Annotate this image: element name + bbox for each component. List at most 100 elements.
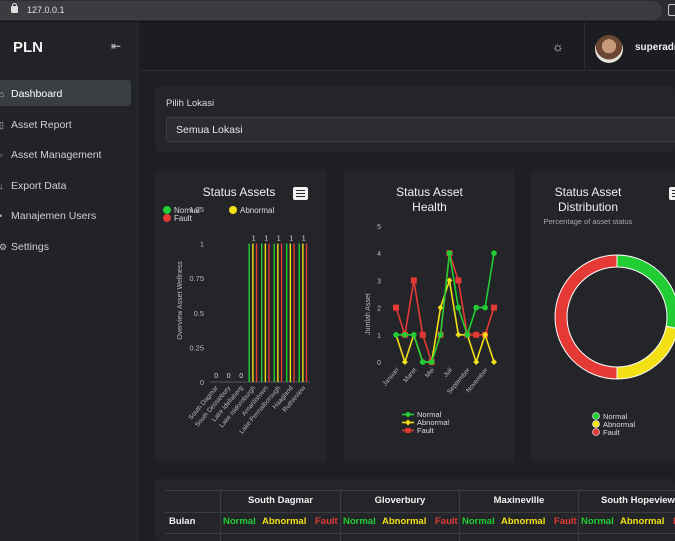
sidebar-item-asset-management[interactable]: ▫ Asset Management [0, 141, 131, 167]
bar-data-label: 1 [289, 236, 293, 243]
bar [277, 243, 279, 382]
bar [280, 243, 283, 382]
legend-marker [229, 206, 237, 214]
box-icon: ▫ [0, 150, 3, 160]
distribution-chart: NormalAbnormalFault [554, 254, 675, 437]
bar [305, 243, 308, 382]
pie-slice-normal [616, 254, 675, 329]
legend-marker [592, 428, 600, 436]
brand-logo: PLN [13, 39, 43, 56]
data-point [491, 250, 497, 256]
legend-label: Abnormal [240, 206, 274, 215]
y-tick-label: 1 [200, 240, 204, 249]
sidebar-item-label: Manajemen Users [11, 210, 97, 222]
sidebar-item-manajemen-users[interactable]: • Manajemen Users [0, 202, 131, 228]
sidebar-item-settings[interactable]: ⚙ Settings [0, 233, 131, 259]
table-status-header: Fault [554, 516, 577, 527]
table-status-header: Abnormal [501, 516, 546, 527]
table-location-header: South Dagmar [248, 495, 313, 506]
table-top-border [165, 490, 675, 491]
status-assets-chart: NormalFaultAbnormal00.250.50.7511.25Over… [163, 205, 310, 435]
bar [268, 243, 270, 382]
y-tick-label: 1 [377, 333, 381, 340]
bar-data-label: 1 [277, 236, 281, 243]
table-header-divider [165, 512, 675, 513]
home-icon: ⌂ [0, 89, 5, 99]
y-axis-label: Overview Asset Wellness [177, 261, 184, 340]
collapse-left-icon[interactable]: ⇤ [111, 39, 121, 53]
tab-icon[interactable] [668, 4, 675, 16]
bar-data-label: 0 [227, 373, 231, 380]
address-bar[interactable]: 127.0.0.1 [0, 1, 662, 20]
table-row-divider [165, 533, 675, 534]
y-tick-label: 4 [377, 251, 381, 258]
table-status-header: Normal [462, 516, 495, 527]
x-tick-label: Juli [442, 367, 454, 379]
top-header: ☼ superadmin [139, 22, 675, 71]
sidebar-item-label: Asset Report [11, 119, 72, 131]
table-status-header: Normal [343, 516, 376, 527]
header-divider [584, 22, 585, 71]
bar [293, 243, 295, 382]
data-point [393, 304, 399, 311]
x-tick-label: Januari [381, 367, 400, 388]
bar-data-label: 0 [239, 373, 243, 380]
x-tick-label: Mei [424, 367, 436, 380]
download-icon: ↓ [0, 181, 4, 191]
bar [248, 243, 250, 382]
y-axis-label: Jumlah Asset [365, 293, 372, 335]
bar-data-label: 1 [252, 236, 256, 243]
sun-icon[interactable]: ☼ [552, 39, 564, 54]
legend-marker [163, 214, 171, 222]
bar [289, 243, 292, 382]
legend-marker [592, 412, 600, 420]
table-location-header: Gloverbury [374, 495, 426, 506]
legend-marker [163, 206, 171, 214]
data-point [491, 359, 497, 365]
data-point [437, 332, 444, 338]
table-location-header: Maxineville [493, 495, 545, 506]
y-tick-label: 5 [377, 224, 381, 231]
sidebar-item-export-data[interactable]: ↓ Export Data [0, 172, 131, 198]
avatar[interactable] [595, 35, 623, 63]
data-point [446, 250, 453, 256]
table-status-header: Abnormal [262, 516, 307, 527]
bar [252, 243, 254, 382]
data-point [402, 332, 408, 338]
data-point [473, 304, 479, 311]
location-select[interactable]: Semua Lokasi [166, 117, 675, 142]
sidebar-item-dashboard[interactable]: ⌂ Dashboard [0, 80, 131, 106]
table-status-header: Normal [581, 516, 614, 527]
bar [302, 243, 304, 382]
legend-marker [405, 412, 411, 417]
user-name[interactable]: superadmin [635, 42, 675, 53]
y-tick-label: 2 [377, 306, 381, 313]
data-point [455, 304, 462, 311]
bar-data-label: 0 [214, 373, 218, 380]
sidebar-item-label: Asset Management [11, 149, 102, 161]
y-tick-label: 0 [200, 378, 204, 387]
bar-data-label: 1 [264, 236, 268, 243]
bar [255, 243, 258, 382]
y-tick-label: 1.25 [189, 205, 204, 214]
status-table: Bulan South Dagmar Gloverbury Maxinevill… [155, 479, 675, 541]
gear-icon: ⚙ [0, 242, 8, 252]
x-tick-label: Maret [402, 367, 418, 384]
bar [261, 243, 263, 382]
users-icon: • [0, 211, 2, 221]
pie-slice-fault [554, 254, 618, 380]
file-icon: ▯ [0, 120, 4, 130]
legend-label: Fault [174, 214, 193, 223]
data-point [473, 359, 480, 365]
y-tick-label: 0.5 [194, 309, 204, 318]
legend-marker [592, 420, 600, 428]
menu-icon[interactable] [0, 41, 3, 55]
bar [273, 243, 275, 382]
sidebar-item-asset-report[interactable]: ▯ Asset Report [0, 111, 131, 137]
data-point [419, 331, 426, 338]
sidebar-item-label: Export Data [11, 180, 67, 192]
data-point [455, 331, 462, 338]
table-location-header: South Hopeview [601, 495, 675, 506]
location-label: Pilih Lokasi [166, 98, 215, 109]
table-status-header: Fault [315, 516, 338, 527]
